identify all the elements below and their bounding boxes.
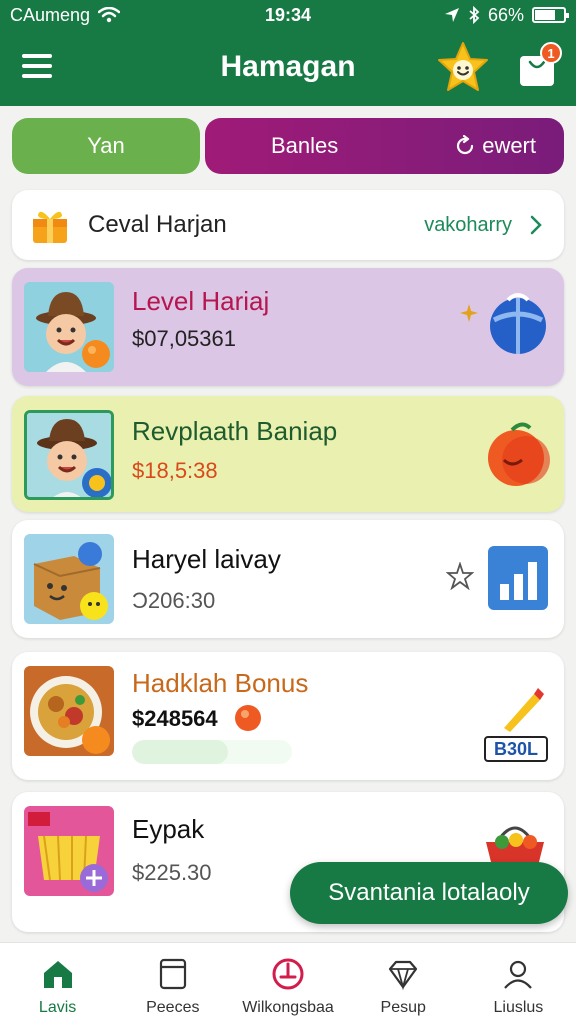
- cta-button[interactable]: Svantania lotalaoly: [290, 862, 568, 924]
- refresh-icon: [457, 135, 474, 155]
- carrier-name: CAumeng: [10, 4, 91, 25]
- reward-card-1[interactable]: Level Hariaj $07,05361: [12, 268, 564, 386]
- pencil-icon: [504, 688, 544, 732]
- card-5-title: Eypak: [132, 814, 205, 844]
- orange-coin-icon: [235, 705, 261, 731]
- nav-label: Wilkongsbaa: [242, 999, 334, 1016]
- smiley-star-icon: [438, 42, 488, 91]
- reward-card-2[interactable]: Revplaath Baniap $18,5:38: [12, 396, 564, 512]
- wifi-icon: [98, 7, 121, 23]
- status-bar: CAumeng 19:34 66%: [0, 0, 576, 30]
- menu-button[interactable]: [22, 54, 52, 78]
- basket-avatar: [24, 806, 114, 896]
- chevron-right-icon: [530, 215, 542, 235]
- nav-label: Peeces: [146, 999, 200, 1016]
- app-bar: Hamagan 1: [0, 30, 576, 106]
- location-arrow-icon: [444, 8, 459, 22]
- card-3-title: Haryel laivay: [132, 544, 281, 574]
- cta-label: Svantania lotalaoly: [328, 879, 530, 906]
- bonus-progress-fill: [132, 740, 228, 764]
- nav-item-pesup[interactable]: Pesup: [346, 943, 461, 1024]
- character-avatar: [24, 282, 114, 372]
- box-character-avatar: [24, 534, 114, 624]
- cowboy-character-icon: [27, 413, 111, 497]
- home-icon: [43, 961, 72, 988]
- nav-label: Liuslus: [493, 999, 544, 1016]
- bonus-progress-bar: [132, 740, 292, 764]
- nav-item-liuslus[interactable]: Liuslus: [461, 943, 576, 1024]
- character-avatar: [24, 410, 114, 500]
- menu-icon-line: [22, 54, 52, 58]
- card-2-title: Revplaath Baniap: [132, 416, 338, 446]
- carrier-group: CAumeng: [10, 4, 121, 26]
- card-1-amount: $07,05361: [132, 326, 236, 351]
- tab-banles-label: Banles: [271, 133, 339, 158]
- card-4-amount: $248564: [132, 706, 218, 731]
- shopping-basket-icon: [24, 806, 114, 896]
- card-4-badge: B30L: [484, 736, 548, 762]
- shopping-bag-button[interactable]: 1: [518, 42, 562, 88]
- reward-card-3[interactable]: Haryel laivay Ɔ206:30: [12, 520, 564, 638]
- card-4-badge-text: B30L: [493, 738, 538, 759]
- target-icon: [272, 958, 304, 990]
- event-chip[interactable]: ewert: [454, 133, 536, 159]
- tab-yan[interactable]: Yan: [12, 118, 200, 174]
- fruit-basket-icon: [486, 826, 544, 866]
- battery-icon: [532, 7, 569, 23]
- cowboy-character-icon: [24, 282, 114, 372]
- banner-link[interactable]: vakoharry: [424, 214, 512, 237]
- bluetooth-icon: [469, 6, 480, 24]
- rewards-star-button[interactable]: [436, 40, 490, 94]
- event-label: ewert: [482, 133, 536, 158]
- cart-count-badge: 1: [540, 42, 562, 64]
- card-2-amount: $18,5:38: [132, 458, 218, 483]
- nav-item-peeces[interactable]: Peeces: [115, 943, 230, 1024]
- profile-icon: [504, 960, 533, 989]
- reward-card-4[interactable]: Hadklah Bonus $248564 B30L: [12, 652, 564, 780]
- nav-label: Pesup: [380, 999, 426, 1016]
- nav-label: Lavis: [38, 999, 77, 1016]
- bottom-nav: Lavis Peeces Wilkongsbaa Pesup Liuslus: [0, 942, 576, 1024]
- nav-item-wilkongsbaa[interactable]: Wilkongsbaa: [230, 943, 345, 1024]
- star-outline-icon: [446, 562, 474, 590]
- gift-box-icon: [33, 211, 67, 243]
- orange-fruit-icon: [488, 422, 550, 486]
- diamond-icon: [389, 960, 418, 991]
- daily-banner[interactable]: Ceval Harjan vakoharry: [12, 190, 564, 260]
- battery-percent: 66%: [487, 4, 524, 25]
- menu-icon-line: [22, 64, 52, 68]
- document-icon: [159, 958, 186, 990]
- banner-title: Ceval Harjan: [88, 211, 227, 238]
- sparkle-icon: [460, 304, 478, 322]
- card-1-title: Level Hariaj: [132, 286, 270, 316]
- menu-icon-line: [22, 74, 52, 78]
- nav-item-lavis[interactable]: Lavis: [0, 943, 115, 1024]
- bar-chart-icon: [488, 546, 548, 610]
- food-plate-icon: [24, 666, 114, 756]
- tab-banles[interactable]: Banles ewert: [205, 118, 564, 174]
- cardboard-box-character-icon: [24, 534, 114, 624]
- card-5-amount: $225.30: [132, 860, 212, 885]
- status-right-group: 66%: [444, 4, 569, 26]
- card-3-amount: Ɔ206:30: [132, 588, 216, 613]
- food-dish-image: [24, 666, 114, 756]
- card-4-title: Hadklah Bonus: [132, 668, 309, 698]
- present-ball-icon: [490, 293, 546, 354]
- tab-yan-label: Yan: [87, 133, 125, 158]
